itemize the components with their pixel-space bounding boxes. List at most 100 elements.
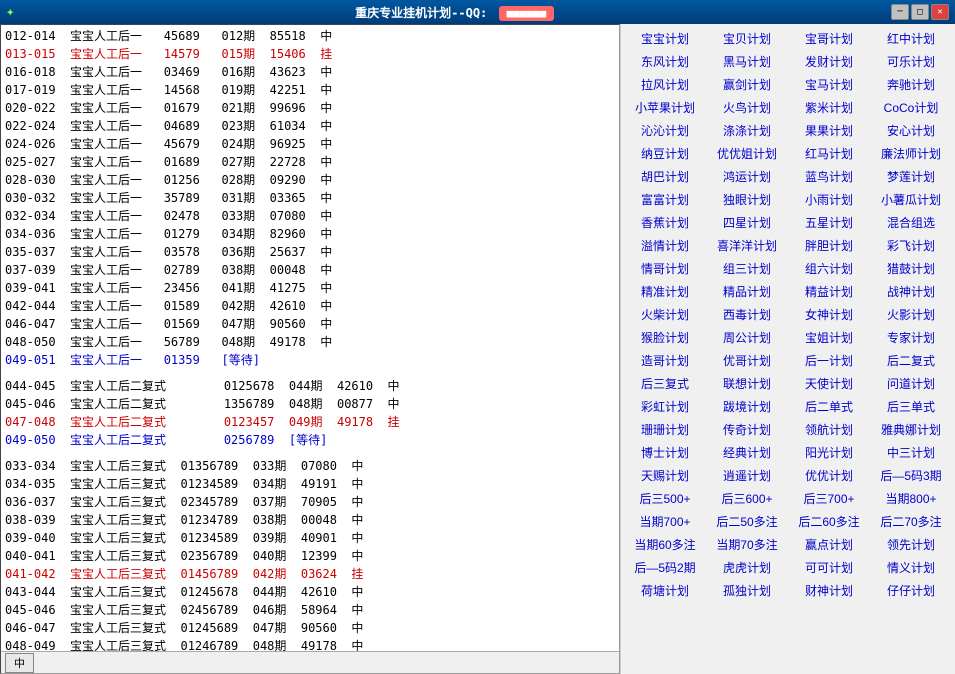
- plan-link[interactable]: 领航计划: [789, 419, 869, 440]
- plan-link[interactable]: 东风计划: [625, 51, 705, 72]
- plan-link[interactable]: 天赐计划: [625, 465, 705, 486]
- plan-link[interactable]: 精品计划: [707, 281, 787, 302]
- plan-link[interactable]: 赢剑计划: [707, 74, 787, 95]
- plan-link[interactable]: 可乐计划: [871, 51, 951, 72]
- plan-link[interactable]: 跋境计划: [707, 396, 787, 417]
- plan-link[interactable]: 后二60多注: [789, 511, 869, 532]
- plan-link[interactable]: 问道计划: [871, 373, 951, 394]
- plan-link[interactable]: 组六计划: [789, 258, 869, 279]
- plan-link[interactable]: 后二单式: [789, 396, 869, 417]
- plan-link[interactable]: 廉法师计划: [871, 143, 951, 164]
- plan-link[interactable]: 联想计划: [707, 373, 787, 394]
- plan-link[interactable]: 女神计划: [789, 304, 869, 325]
- plan-link[interactable]: 火鸟计划: [707, 97, 787, 118]
- plan-link[interactable]: 宝姐计划: [789, 327, 869, 348]
- plan-link[interactable]: 后三500+: [625, 488, 705, 509]
- plan-link[interactable]: 博士计划: [625, 442, 705, 463]
- maximize-button[interactable]: □: [911, 4, 929, 20]
- plan-link[interactable]: 沁沁计划: [625, 120, 705, 141]
- plan-link[interactable]: 涤涤计划: [707, 120, 787, 141]
- plan-link[interactable]: 后一计划: [789, 350, 869, 371]
- plan-link[interactable]: 赢点计划: [789, 534, 869, 555]
- plan-link[interactable]: 红马计划: [789, 143, 869, 164]
- plan-link[interactable]: 香蕉计划: [625, 212, 705, 233]
- plan-link[interactable]: 奔驰计划: [871, 74, 951, 95]
- plan-link[interactable]: 组三计划: [707, 258, 787, 279]
- plan-link[interactable]: 溢情计划: [625, 235, 705, 256]
- plan-link[interactable]: 领先计划: [871, 534, 951, 555]
- plan-link[interactable]: 后三600+: [707, 488, 787, 509]
- plan-link[interactable]: 喜洋洋计划: [707, 235, 787, 256]
- plan-link[interactable]: 阳光计划: [789, 442, 869, 463]
- plan-link[interactable]: 小苹果计划: [625, 97, 705, 118]
- minimize-button[interactable]: ─: [891, 4, 909, 20]
- plan-link[interactable]: 黑马计划: [707, 51, 787, 72]
- plan-link[interactable]: 情哥计划: [625, 258, 705, 279]
- plan-link[interactable]: 当期800+: [871, 488, 951, 509]
- plan-link[interactable]: 胡巴计划: [625, 166, 705, 187]
- plan-link[interactable]: 鸿运计划: [707, 166, 787, 187]
- plan-link[interactable]: 周公计划: [707, 327, 787, 348]
- plan-link[interactable]: 造哥计划: [625, 350, 705, 371]
- plan-link[interactable]: 果果计划: [789, 120, 869, 141]
- plan-link[interactable]: 西毒计划: [707, 304, 787, 325]
- plan-link[interactable]: 战神计划: [871, 281, 951, 302]
- plan-link[interactable]: 宝贝计划: [707, 28, 787, 49]
- plan-link[interactable]: 蓝鸟计划: [789, 166, 869, 187]
- plan-link[interactable]: 荷塘计划: [625, 580, 705, 601]
- plan-link[interactable]: 优优姐计划: [707, 143, 787, 164]
- plan-link[interactable]: 小雨计划: [789, 189, 869, 210]
- plan-link[interactable]: 当期700+: [625, 511, 705, 532]
- plan-link[interactable]: 后二50多注: [707, 511, 787, 532]
- plan-link[interactable]: 四星计划: [707, 212, 787, 233]
- plan-link[interactable]: 精准计划: [625, 281, 705, 302]
- plan-link[interactable]: 专家计划: [871, 327, 951, 348]
- plan-link[interactable]: 后二复式: [871, 350, 951, 371]
- plan-link[interactable]: 经典计划: [707, 442, 787, 463]
- plan-link[interactable]: 宝哥计划: [789, 28, 869, 49]
- plan-link[interactable]: 当期70多注: [707, 534, 787, 555]
- plan-link[interactable]: 后—5码3期: [871, 465, 951, 486]
- plan-link[interactable]: 安心计划: [871, 120, 951, 141]
- plan-link[interactable]: 猎鼓计划: [871, 258, 951, 279]
- plan-link[interactable]: 传奇计划: [707, 419, 787, 440]
- plan-link[interactable]: 紫米计划: [789, 97, 869, 118]
- plan-link[interactable]: 独眼计划: [707, 189, 787, 210]
- plan-link[interactable]: 财神计划: [789, 580, 869, 601]
- plan-link[interactable]: 发财计划: [789, 51, 869, 72]
- plan-link[interactable]: 中三计划: [871, 442, 951, 463]
- plan-link[interactable]: 红中计划: [871, 28, 951, 49]
- plan-link[interactable]: 纳豆计划: [625, 143, 705, 164]
- plan-link[interactable]: 后—5码2期: [625, 557, 705, 578]
- plan-link[interactable]: 彩虹计划: [625, 396, 705, 417]
- plan-link[interactable]: 猴脸计划: [625, 327, 705, 348]
- plan-link[interactable]: 逍遥计划: [707, 465, 787, 486]
- plan-link[interactable]: 拉风计划: [625, 74, 705, 95]
- plan-link[interactable]: 可可计划: [789, 557, 869, 578]
- plan-link[interactable]: 梦莲计划: [871, 166, 951, 187]
- plan-link[interactable]: 优哥计划: [707, 350, 787, 371]
- plan-link[interactable]: 后三复式: [625, 373, 705, 394]
- plan-link[interactable]: 后三700+: [789, 488, 869, 509]
- plan-link[interactable]: 后三单式: [871, 396, 951, 417]
- plan-link[interactable]: 精益计划: [789, 281, 869, 302]
- plan-link[interactable]: 孤独计划: [707, 580, 787, 601]
- plan-link[interactable]: 五星计划: [789, 212, 869, 233]
- plan-link[interactable]: 虎虎计划: [707, 557, 787, 578]
- plan-link[interactable]: 火柴计划: [625, 304, 705, 325]
- plan-link[interactable]: 彩飞计划: [871, 235, 951, 256]
- left-scrollable[interactable]: 012-014 宝宝人工后一 45689 012期 85518 中013-015…: [1, 25, 619, 651]
- plan-link[interactable]: 珊珊计划: [625, 419, 705, 440]
- plan-link[interactable]: 后二70多注: [871, 511, 951, 532]
- plan-link[interactable]: 火影计划: [871, 304, 951, 325]
- plan-link[interactable]: 富富计划: [625, 189, 705, 210]
- plan-link[interactable]: 小薯瓜计划: [871, 189, 951, 210]
- plan-link[interactable]: 雅典娜计划: [871, 419, 951, 440]
- plan-link[interactable]: 优优计划: [789, 465, 869, 486]
- plan-link[interactable]: 情义计划: [871, 557, 951, 578]
- close-button[interactable]: ✕: [931, 4, 949, 20]
- plan-link[interactable]: CoCo计划: [871, 97, 951, 118]
- plan-link[interactable]: 混合组选: [871, 212, 951, 233]
- plan-link[interactable]: 仔仔计划: [871, 580, 951, 601]
- plan-link[interactable]: 当期60多注: [625, 534, 705, 555]
